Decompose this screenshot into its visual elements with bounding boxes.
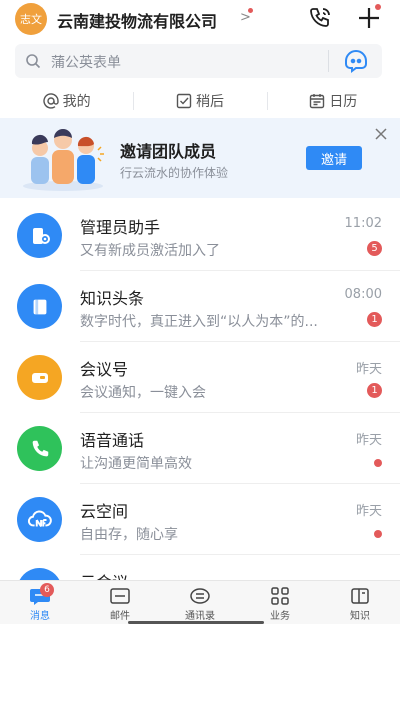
search-bar[interactable]: 蒲公英表单 bbox=[15, 44, 382, 78]
chat-title: 会议号 bbox=[80, 360, 129, 379]
unread-badge: 1 bbox=[367, 383, 382, 398]
video-camera-icon bbox=[17, 355, 62, 400]
invite-button[interactable]: 邀请 bbox=[306, 146, 362, 170]
chat-item-voice-call[interactable]: 语音通话 让沟通更简单高效 昨天 bbox=[0, 413, 400, 484]
calendar-icon bbox=[310, 94, 325, 109]
chat-item-admin-assistant[interactable]: 管理员助手 又有新成员激活加入了 11:02 5 bbox=[0, 200, 400, 271]
filter-calendar-label: 日历 bbox=[329, 94, 358, 110]
user-avatar[interactable]: 志文 bbox=[15, 3, 47, 35]
chat-item-knowledge-headlines[interactable]: 知识头条 数字时代，真正进入到“以人为本”的... 08:00 1 bbox=[0, 271, 400, 342]
unread-dot bbox=[374, 459, 382, 467]
nav-label: 邮件 bbox=[110, 611, 130, 622]
chat-preview: 让沟通更简单高效 bbox=[80, 456, 192, 472]
banner-subtitle: 行云流水的协作体验 bbox=[120, 166, 229, 180]
check-square-icon bbox=[176, 93, 192, 109]
admin-assistant-icon bbox=[17, 213, 62, 258]
filter-later[interactable]: 稍后 bbox=[133, 86, 266, 116]
nav-label: 通讯录 bbox=[185, 611, 215, 622]
plus-unread-dot bbox=[375, 4, 381, 10]
chat-preview: 自由存，随心享 bbox=[80, 527, 178, 543]
nav-label: 知识 bbox=[350, 611, 370, 622]
unread-dot bbox=[374, 530, 382, 538]
chat-time: 昨天 bbox=[355, 504, 382, 519]
cloud-drive-icon bbox=[17, 497, 62, 542]
nav-label: 消息 bbox=[30, 611, 50, 622]
chat-time: 昨天 bbox=[355, 433, 382, 448]
filter-later-label: 稍后 bbox=[195, 94, 224, 110]
book-icon bbox=[17, 284, 62, 329]
home-indicator bbox=[128, 621, 264, 624]
search-placeholder: 蒲公英表单 bbox=[51, 55, 121, 71]
nav-knowledge[interactable]: 知识 bbox=[320, 581, 400, 624]
team-illustration-icon bbox=[23, 129, 104, 191]
org-unread-dot bbox=[248, 8, 253, 13]
unread-badge: 1 bbox=[367, 312, 382, 327]
chat-title: 云空间 bbox=[80, 502, 129, 521]
nav-unread-badge: 6 bbox=[40, 583, 54, 597]
chat-item-meeting-number[interactable]: 会议号 会议通知，一键入会 昨天 1 bbox=[0, 342, 400, 413]
top-header: 志文 云南建投物流有限公司 > bbox=[0, 0, 400, 40]
phone-icon bbox=[17, 426, 62, 471]
invite-banner: 邀请团队成员 行云流水的协作体验 邀请 bbox=[0, 118, 400, 198]
unread-badge: 5 bbox=[367, 241, 382, 256]
robot-icon[interactable] bbox=[341, 48, 371, 74]
contacts-icon bbox=[190, 588, 210, 604]
mail-icon bbox=[110, 588, 130, 604]
filter-tabs: 我的 稍后 日历 bbox=[0, 86, 400, 116]
chat-time: 11:02 bbox=[344, 216, 382, 231]
nav-messages[interactable]: 6 消息 bbox=[0, 581, 80, 624]
chat-title: 云会议 bbox=[80, 569, 128, 580]
knowledge-icon bbox=[351, 588, 369, 604]
banner-title: 邀请团队成员 bbox=[120, 142, 217, 161]
chat-preview: 又有新成员激活加入了 bbox=[80, 243, 220, 259]
at-icon bbox=[42, 93, 59, 109]
chat-list: 管理员助手 又有新成员激活加入了 11:02 5 知识头条 数字时代，真正进入到… bbox=[0, 200, 400, 580]
bottom-nav: 6 消息 邮件 通讯录 业务 知识 bbox=[0, 580, 400, 624]
search-icon bbox=[26, 54, 41, 69]
search-divider bbox=[328, 50, 329, 72]
nav-business[interactable]: 业务 bbox=[240, 581, 320, 624]
chat-title: 管理员助手 bbox=[80, 218, 161, 237]
phone-icon[interactable] bbox=[306, 4, 334, 32]
chat-title: 知识头条 bbox=[80, 289, 145, 308]
chat-title: 语音通话 bbox=[80, 431, 145, 450]
chat-icon bbox=[17, 568, 62, 580]
apps-grid-icon bbox=[271, 587, 289, 605]
chat-item-cloud-space[interactable]: 云空间 自由存，随心享 昨天 bbox=[0, 484, 400, 555]
nav-mail[interactable]: 邮件 bbox=[80, 581, 160, 624]
chat-time: 08:00 bbox=[344, 287, 382, 302]
filter-mine-label: 我的 bbox=[62, 94, 91, 110]
nav-label: 业务 bbox=[270, 611, 290, 622]
filter-mine[interactable]: 我的 bbox=[0, 86, 133, 116]
org-name[interactable]: 云南建投物流有限公司 bbox=[57, 8, 217, 32]
chat-item-cloud-meeting[interactable]: 云会议 bbox=[0, 555, 400, 580]
chat-time: 昨天 bbox=[355, 362, 382, 377]
close-icon[interactable] bbox=[373, 126, 389, 142]
filter-calendar[interactable]: 日历 bbox=[266, 86, 400, 116]
chat-preview: 数字时代，真正进入到“以人为本”的... bbox=[80, 314, 318, 330]
nav-contacts[interactable]: 通讯录 bbox=[160, 581, 240, 624]
chat-preview: 会议通知，一键入会 bbox=[80, 385, 206, 401]
